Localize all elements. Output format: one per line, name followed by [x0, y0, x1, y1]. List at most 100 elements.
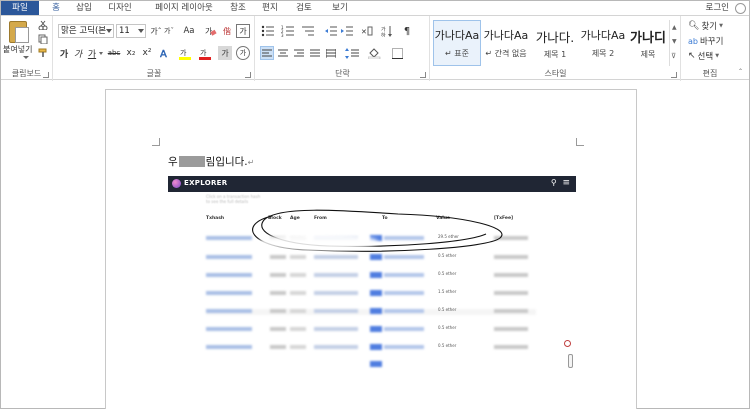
style-gallery-scroll[interactable]: ▲ ▼ ⊽ [669, 20, 679, 66]
asian-layout-button[interactable]: ✕ [360, 24, 374, 38]
char-shading-button[interactable]: 가 [218, 46, 232, 60]
shading-button[interactable] [366, 46, 384, 60]
cut-button[interactable] [37, 19, 49, 31]
font-name-combo[interactable]: 맑은 고딕(본 [58, 24, 114, 38]
bold-button[interactable]: 가 [58, 46, 70, 60]
font-size-combo[interactable]: 11 [116, 24, 146, 38]
scrollbar-thumb[interactable] [568, 354, 573, 368]
sort-button[interactable]: 가하 [380, 24, 394, 38]
paragraph-group: 123 ✕ 가하 ¶ 단락 [256, 16, 430, 81]
styles-launcher-icon[interactable] [671, 72, 677, 78]
style-heading-2[interactable]: 가나다Aa 제목 2 [579, 20, 627, 66]
replace-button[interactable]: ab 바꾸기 [688, 35, 723, 48]
bullets-button[interactable] [260, 24, 276, 38]
numbering-button[interactable]: 123 [280, 24, 296, 38]
style-name: 제목 [640, 50, 656, 59]
tab-mailings[interactable]: 편지 [259, 1, 281, 15]
font-name-value: 맑은 고딕(본 [61, 26, 107, 36]
style-title[interactable]: 가나디 제목 [624, 20, 672, 66]
find-button[interactable]: 🔍︎ 찾기 ▼ [688, 20, 723, 32]
justify-button[interactable] [308, 46, 322, 60]
font-launcher-icon[interactable] [245, 72, 251, 78]
superscript-button[interactable]: x² [140, 46, 154, 60]
justify-icon [310, 49, 320, 56]
underline-button[interactable]: 가 [86, 46, 98, 60]
highlight-button[interactable]: 가 [178, 46, 194, 60]
style-normal[interactable]: 가나다Aa ↵ 표준 [433, 20, 481, 66]
multilevel-list-icon [302, 26, 314, 36]
align-center-button[interactable] [276, 46, 290, 60]
style-no-spacing[interactable]: 가나다Aa ↵ 간격 없음 [482, 20, 530, 66]
format-painter-button[interactable] [37, 47, 49, 59]
underline-dropdown-icon[interactable] [99, 50, 103, 56]
paste-label: 붙여넣기 [3, 45, 33, 54]
styles-group-label: 스타일 [544, 69, 567, 78]
bullet-list-icon [261, 25, 274, 37]
editing-group-label: 편집 [702, 69, 718, 78]
body-paragraph[interactable]: 우 림입니다.↵ [168, 154, 254, 169]
increase-indent-button[interactable] [340, 24, 354, 38]
grow-font-button[interactable]: 가ˆ [150, 24, 162, 38]
chevron-down-icon[interactable]: ▼ [672, 38, 677, 45]
align-left-button[interactable] [260, 46, 274, 60]
phonetic-guide-button[interactable]: 偕 [220, 24, 234, 38]
find-label: 찾기 [701, 22, 718, 32]
subscript-button[interactable]: x₂ [124, 46, 138, 60]
line-spacing-button[interactable] [344, 46, 360, 60]
embedded-screenshot[interactable]: EXPLORER ⚲ ≡ Click on a transaction hash… [168, 176, 576, 409]
paste-dropdown-icon[interactable] [23, 56, 29, 59]
tab-view[interactable]: 보기 [329, 1, 351, 15]
enclose-char-button[interactable]: 가 [236, 24, 250, 38]
style-preview: 가나다Aa [483, 29, 529, 42]
style-preview: 가나디 [630, 31, 666, 46]
tab-file[interactable]: 파일 [1, 1, 39, 15]
chevron-down-icon [138, 29, 144, 33]
tab-references[interactable]: 참조 [227, 1, 249, 15]
change-case-button[interactable]: Aa [178, 24, 200, 38]
page[interactable]: 우 림입니다.↵ EXPLORER ⚲ ≡ Click on a transact… [105, 89, 637, 409]
paragraph-launcher-icon[interactable] [420, 72, 426, 78]
distributed-icon [326, 48, 336, 58]
style-heading-1[interactable]: 가나다. 제목 1 [531, 20, 579, 66]
indent-icon [341, 26, 353, 36]
copy-button[interactable] [37, 33, 49, 45]
svg-text:가: 가 [180, 48, 187, 57]
more-styles-icon[interactable]: ⊽ [671, 52, 676, 60]
avatar[interactable] [735, 3, 746, 14]
enclose-characters-button[interactable]: 가 [236, 46, 250, 60]
ribbon-tabs: 파일 홈 삽입 디자인 페이지 레이아웃 참조 편지 검토 보기 로그인 [1, 1, 749, 15]
strikethrough-button[interactable]: abc [106, 46, 122, 60]
borders-icon [391, 47, 403, 59]
select-button[interactable]: ↖ 선택 ▼ [688, 50, 719, 62]
multilevel-list-button[interactable] [300, 24, 316, 38]
zoom-magnifier-icon[interactable] [564, 340, 571, 347]
align-left-icon [262, 49, 272, 56]
clear-format-button[interactable]: 가 [204, 24, 218, 38]
select-label: 선택 [697, 52, 714, 62]
align-right-button[interactable] [292, 46, 306, 60]
text-effects-button[interactable]: A [158, 46, 174, 60]
replace-icon: ab [688, 36, 698, 46]
tab-review[interactable]: 검토 [293, 1, 315, 15]
tab-home[interactable]: 홈 [47, 1, 65, 15]
svg-text:하: 하 [381, 32, 386, 37]
tab-insert[interactable]: 삽입 [73, 1, 95, 15]
tab-design[interactable]: 디자인 [105, 1, 135, 15]
show-marks-button[interactable]: ¶ [400, 24, 414, 38]
svg-text:가: 가 [200, 48, 207, 57]
borders-button[interactable] [388, 46, 406, 60]
font-color-button[interactable]: 가 [198, 46, 214, 60]
collapse-ribbon-icon[interactable]: ⌃ [738, 68, 743, 75]
scribble-annotation [252, 209, 503, 252]
login-link[interactable]: 로그인 [706, 1, 729, 15]
line-spacing-icon [345, 47, 359, 59]
chevron-down-icon: ▼ [715, 53, 720, 59]
shrink-font-button[interactable]: 가ˇ [163, 24, 175, 38]
style-name: ↵ 간격 없음 [485, 49, 527, 58]
decrease-indent-button[interactable] [324, 24, 338, 38]
chevron-up-icon[interactable]: ▲ [672, 24, 677, 31]
tab-page-layout[interactable]: 페이지 레이아웃 [149, 1, 219, 15]
distributed-button[interactable] [324, 46, 338, 60]
clipboard-launcher-icon[interactable] [43, 72, 49, 78]
italic-button[interactable]: 가 [72, 46, 84, 60]
